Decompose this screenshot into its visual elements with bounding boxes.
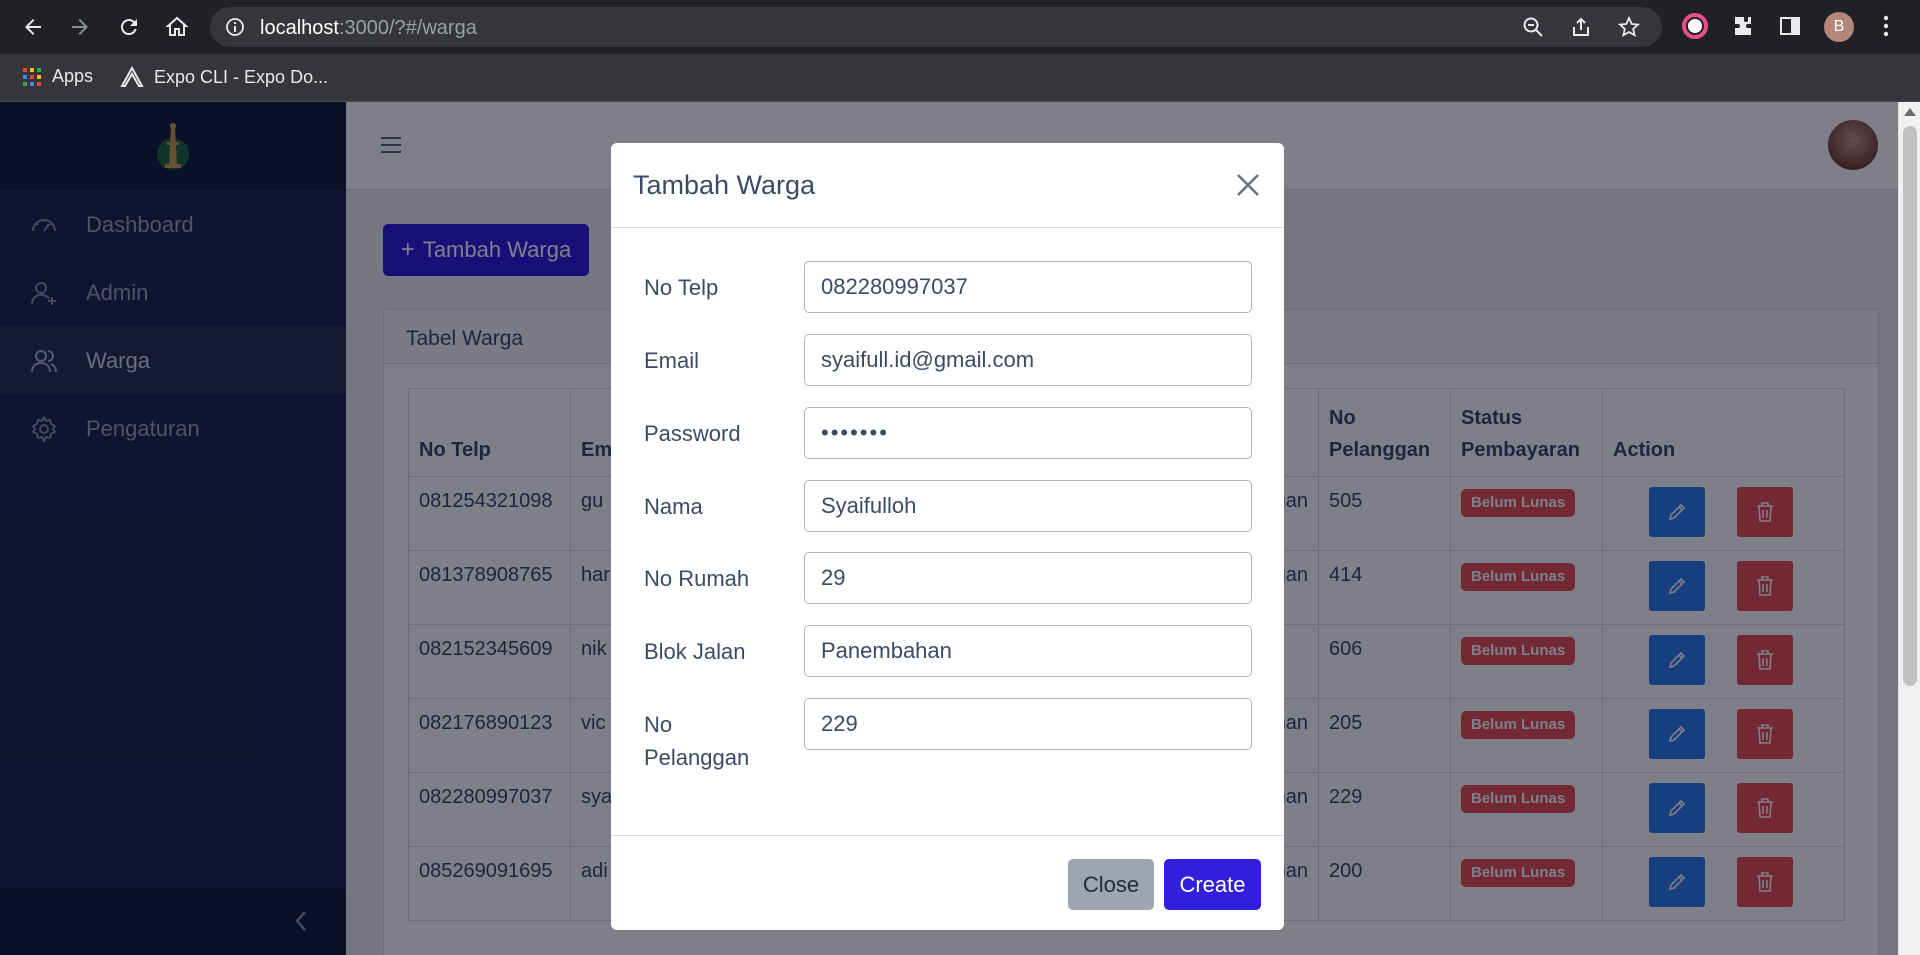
bookmarks-bar: Apps Expo CLI - Expo Do... bbox=[0, 54, 1920, 102]
email-input[interactable]: syaifull.id@gmail.com bbox=[804, 334, 1252, 386]
no-pelanggan-input[interactable]: 229 bbox=[804, 698, 1252, 750]
site-info-icon[interactable] bbox=[225, 17, 245, 42]
page-scrollbar[interactable] bbox=[1898, 102, 1920, 955]
tambah-warga-modal: Tambah Warga No Telp 082280997037 Email … bbox=[611, 143, 1284, 930]
modal-header: Tambah Warga bbox=[611, 143, 1284, 228]
url-text: localhost:3000/?#/warga bbox=[260, 17, 477, 39]
bookmark-label: Expo CLI - Expo Do... bbox=[154, 66, 329, 87]
field-label: Password bbox=[644, 421, 741, 446]
home-icon[interactable] bbox=[162, 12, 192, 42]
field-label: Nama bbox=[644, 494, 703, 519]
bookmark-label: Apps bbox=[52, 66, 94, 86]
chrome-menu-icon[interactable] bbox=[1872, 12, 1900, 40]
field-label: Blok Jalan bbox=[644, 639, 746, 664]
modal-title: Tambah Warga bbox=[633, 170, 816, 200]
field-label: No Rumah bbox=[644, 566, 750, 591]
zoom-icon[interactable] bbox=[1522, 16, 1544, 43]
back-icon[interactable] bbox=[18, 12, 48, 42]
create-button[interactable]: Create bbox=[1164, 859, 1261, 910]
extensions-puzzle-icon[interactable] bbox=[1729, 12, 1757, 40]
modal-footer: Close Create bbox=[611, 835, 1284, 930]
scroll-up-icon[interactable] bbox=[1904, 108, 1916, 116]
blok-jalan-input[interactable]: Panembahan bbox=[804, 625, 1252, 677]
close-button[interactable]: Close bbox=[1068, 859, 1154, 910]
share-icon[interactable] bbox=[1570, 16, 1592, 43]
forward-icon[interactable] bbox=[65, 12, 95, 42]
side-panel-icon[interactable] bbox=[1776, 12, 1804, 40]
color-picker-extension-icon[interactable] bbox=[1681, 12, 1709, 40]
no-telp-input[interactable]: 082280997037 bbox=[804, 261, 1252, 313]
field-label: No Pelanggan bbox=[644, 712, 750, 770]
apps-grid-icon bbox=[23, 67, 41, 86]
profile-avatar[interactable]: B bbox=[1824, 12, 1854, 42]
no-rumah-input[interactable]: 29 bbox=[804, 552, 1252, 604]
reload-icon[interactable] bbox=[114, 12, 144, 42]
scrollbar-thumb[interactable] bbox=[1903, 126, 1917, 686]
close-icon[interactable] bbox=[1232, 169, 1264, 201]
bookmark-apps[interactable]: Apps bbox=[22, 66, 93, 87]
expo-logo-icon bbox=[120, 66, 144, 87]
address-bar[interactable]: localhost:3000/?#/warga bbox=[210, 7, 1662, 47]
password-input[interactable]: ••••••• bbox=[804, 407, 1252, 459]
browser-toolbar: localhost:3000/?#/warga B bbox=[0, 0, 1920, 54]
bookmark-expo-cli[interactable]: Expo CLI - Expo Do... bbox=[120, 66, 328, 88]
nama-input[interactable]: Syaifulloh bbox=[804, 480, 1252, 532]
field-label: Email bbox=[644, 348, 700, 373]
field-label: No Telp bbox=[644, 275, 719, 300]
bookmark-star-icon[interactable] bbox=[1617, 15, 1641, 43]
